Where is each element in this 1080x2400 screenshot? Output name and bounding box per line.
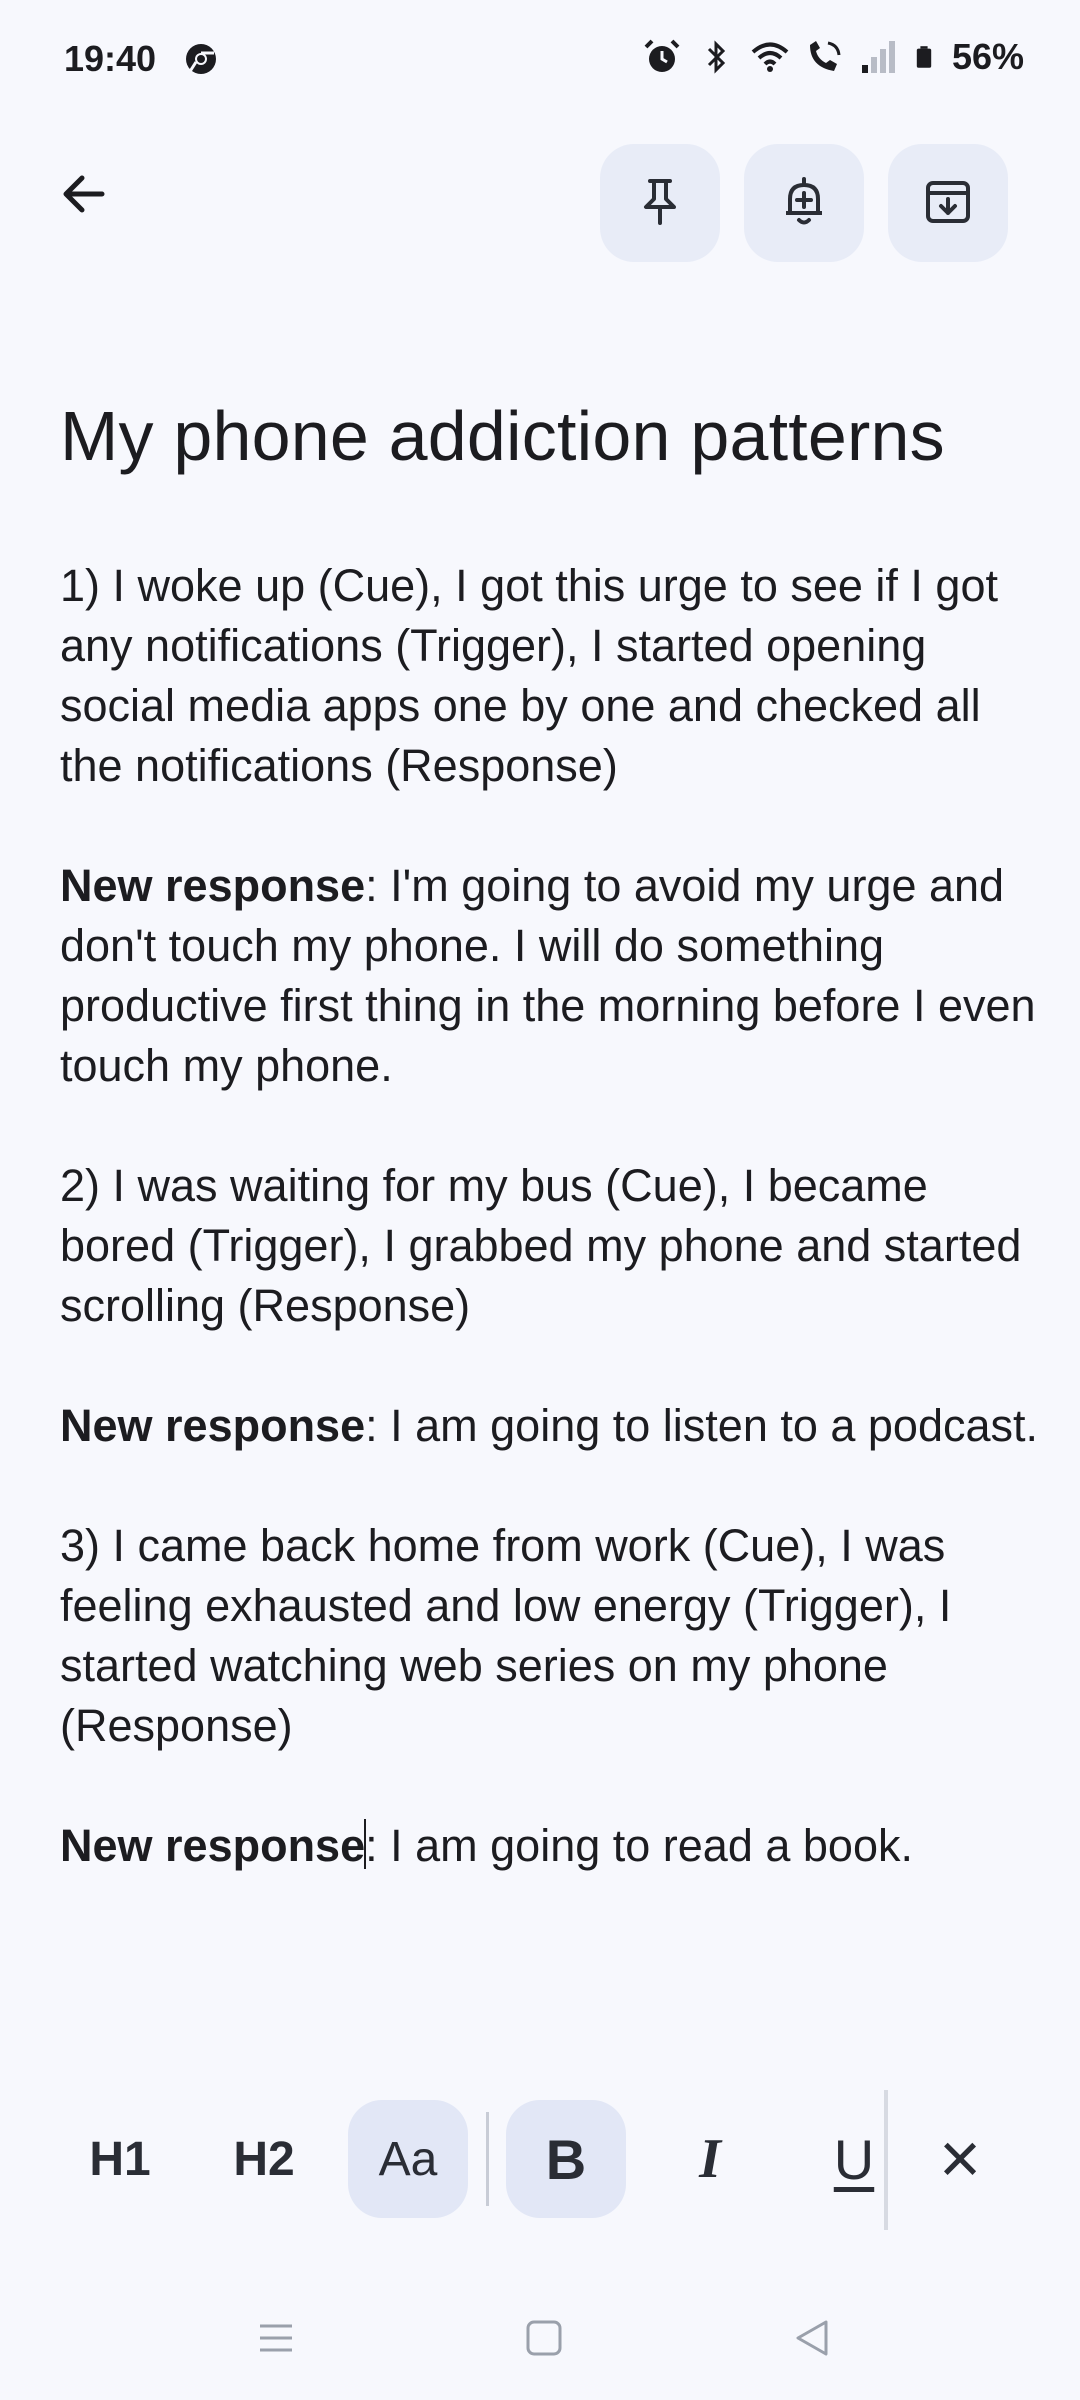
wifi-icon [750, 37, 790, 77]
back-icon [792, 2318, 832, 2363]
note-title[interactable]: My phone addiction patterns [60, 396, 1040, 476]
pin-icon [632, 173, 688, 234]
archive-icon [920, 173, 976, 234]
alarm-icon [642, 37, 682, 77]
bold-label: New response [60, 1400, 366, 1451]
close-icon: × [938, 2119, 982, 2199]
note-paragraph-6: New response: I am going to read a book. [60, 1819, 913, 1871]
back-arrow-icon [56, 166, 112, 227]
chrome-icon [184, 42, 218, 76]
italic-button[interactable]: I [650, 2100, 770, 2218]
status-icons: 56% [642, 36, 1024, 78]
battery-icon [912, 37, 936, 77]
recents-button[interactable] [246, 2310, 306, 2370]
toolbar-divider [486, 2112, 489, 2206]
note-paragraph-4: New response: I am going to listen to a … [60, 1400, 1039, 1451]
back-button[interactable] [48, 160, 120, 232]
heading2-button[interactable]: H2 [204, 2100, 324, 2218]
close-format-button[interactable]: × [900, 2100, 1020, 2218]
underline-button[interactable]: U [794, 2100, 914, 2218]
wifi-calling-icon [804, 37, 844, 77]
archive-button[interactable] [888, 144, 1008, 262]
recents-icon [256, 2318, 296, 2363]
bluetooth-icon [696, 37, 736, 77]
add-reminder-button[interactable] [744, 144, 864, 262]
heading1-button[interactable]: H1 [60, 2100, 180, 2218]
home-button[interactable] [514, 2310, 574, 2370]
note-paragraph-3: 2) I was waiting for my bus (Cue), I bec… [60, 1160, 1022, 1331]
system-nav-bar [0, 2290, 1080, 2380]
add-reminder-icon [776, 173, 832, 234]
bold-label: New response [60, 860, 366, 911]
bold-label: New response [60, 1820, 366, 1871]
home-icon [524, 2318, 564, 2363]
status-time: 19:40 [64, 38, 157, 79]
note-body[interactable]: 1) I woke up (Cue), I got this urge to s… [60, 556, 1040, 1936]
battery-percent: 56% [951, 36, 1024, 77]
bold-button[interactable]: B [506, 2100, 626, 2218]
note-paragraph-2: New response: I'm going to avoid my urge… [60, 860, 1036, 1091]
normal-text-button[interactable]: Aa [348, 2100, 468, 2218]
pin-button[interactable] [600, 144, 720, 262]
status-bar: 19:40 56% [0, 0, 1080, 120]
note-paragraph-1: 1) I woke up (Cue), I got this urge to s… [60, 560, 998, 791]
formatting-toolbar: H1 H2 Aa B I U × [0, 2090, 1080, 2230]
toolbar-scroll-edge [884, 2090, 888, 2230]
note-paragraph-5: 3) I came back home from work (Cue), I w… [60, 1520, 952, 1751]
signal-icon [858, 37, 898, 77]
nav-back-button[interactable] [782, 2310, 842, 2370]
